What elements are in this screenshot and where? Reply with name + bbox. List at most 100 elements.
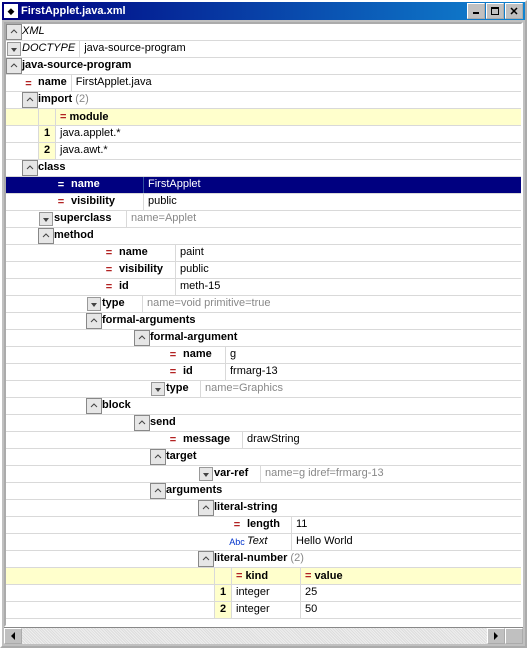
expand-icon[interactable]: [22, 160, 38, 176]
expand-icon[interactable]: [22, 92, 38, 108]
litnum-value: 50: [300, 602, 521, 618]
collapsed-icon[interactable]: [87, 297, 101, 311]
expand-icon[interactable]: [38, 228, 54, 244]
litstr-text-row[interactable]: Abc Text Hello World: [6, 534, 521, 551]
farg-id-row[interactable]: = id frmarg-13: [6, 364, 521, 381]
target-label: target: [166, 449, 201, 465]
arguments-row[interactable]: arguments: [6, 483, 521, 500]
horizontal-scrollbar[interactable]: [4, 627, 523, 644]
expand-icon[interactable]: [150, 483, 166, 499]
expand-icon[interactable]: [86, 313, 102, 329]
method-visibility-row[interactable]: = visibility public: [6, 262, 521, 279]
formal-arguments-row[interactable]: formal-arguments: [6, 313, 521, 330]
window: ◆ FirstApplet.java.xml XML DOCTYPE: [0, 0, 527, 648]
collapsed-icon[interactable]: [199, 467, 213, 481]
attribute-icon: =: [230, 519, 244, 531]
method-name-value: paint: [175, 245, 521, 261]
scroll-right-button[interactable]: [487, 628, 505, 644]
length-label: length: [247, 517, 291, 533]
expand-icon[interactable]: [198, 551, 214, 567]
row-index: 1: [38, 126, 55, 142]
row-index: 2: [38, 143, 55, 159]
import-header-row: =module: [6, 109, 521, 126]
method-label: method: [54, 228, 98, 244]
litnum-kind: integer: [231, 602, 300, 618]
formal-argument-row[interactable]: formal-argument: [6, 330, 521, 347]
visibility-label: visibility: [71, 194, 143, 210]
attribute-icon: =: [166, 434, 180, 446]
method-type-row[interactable]: type name=void primitive=true: [6, 296, 521, 313]
attribute-icon: =: [236, 570, 242, 582]
titlebar[interactable]: ◆ FirstApplet.java.xml: [2, 2, 525, 20]
method-name-row[interactable]: = name paint: [6, 245, 521, 262]
tree-view[interactable]: XML DOCTYPE java-source-program java-sou…: [4, 22, 523, 627]
import-item-row[interactable]: 1 java.applet.*: [6, 126, 521, 143]
farg-type-row[interactable]: type name=Graphics: [6, 381, 521, 398]
name-attr-row[interactable]: = name FirstApplet.java: [6, 75, 521, 92]
text-label: Text: [247, 534, 291, 550]
message-value: drawString: [242, 432, 521, 448]
method-id-value: meth-15: [175, 279, 521, 295]
class-visibility-row[interactable]: = visibility public: [6, 194, 521, 211]
attribute-icon: =: [305, 570, 311, 582]
class-name-value: FirstApplet: [143, 177, 521, 193]
farg-name-row[interactable]: = name g: [6, 347, 521, 364]
block-row[interactable]: block: [6, 398, 521, 415]
root-element-row[interactable]: java-source-program: [6, 58, 521, 75]
name-value: FirstApplet.java: [71, 75, 521, 91]
import-item-row[interactable]: 2 java.awt.*: [6, 143, 521, 160]
expand-icon[interactable]: [150, 449, 166, 465]
farg-type-label: type: [166, 381, 200, 397]
arguments-label: arguments: [166, 483, 226, 499]
expand-icon[interactable]: [134, 330, 150, 346]
literal-number-row[interactable]: literal-number (2): [6, 551, 521, 568]
index-header: [214, 568, 231, 584]
litnum-item-row[interactable]: 2 integer 50: [6, 602, 521, 619]
method-id-row[interactable]: = id meth-15: [6, 279, 521, 296]
collapsed-icon[interactable]: [39, 212, 53, 226]
litnum-value: 25: [300, 585, 521, 601]
visibility-value: public: [143, 194, 521, 210]
expand-icon[interactable]: [6, 24, 22, 40]
attribute-icon: =: [102, 264, 116, 276]
method-type-label: type: [102, 296, 142, 312]
length-value: 11: [291, 517, 521, 533]
collapsed-icon[interactable]: [7, 42, 21, 56]
doctype-value: java-source-program: [79, 41, 521, 57]
expand-icon[interactable]: [134, 415, 150, 431]
close-button[interactable]: [505, 3, 523, 19]
expand-icon[interactable]: [198, 500, 214, 516]
message-row[interactable]: = message drawString: [6, 432, 521, 449]
class-name-row[interactable]: = name FirstApplet: [6, 177, 521, 194]
literal-string-label: literal-string: [214, 500, 282, 516]
send-row[interactable]: send: [6, 415, 521, 432]
class-name-label: name: [71, 177, 143, 193]
scroll-track[interactable]: [22, 628, 487, 644]
literal-string-row[interactable]: literal-string: [6, 500, 521, 517]
scroll-left-button[interactable]: [4, 628, 22, 644]
litnum-item-row[interactable]: 1 integer 25: [6, 585, 521, 602]
superclass-label: superclass: [54, 211, 126, 227]
minimize-button[interactable]: [467, 3, 485, 19]
client-area: XML DOCTYPE java-source-program java-sou…: [2, 20, 525, 646]
litstr-length-row[interactable]: = length 11: [6, 517, 521, 534]
farg-name-label: name: [183, 347, 225, 363]
row-index: 1: [214, 585, 231, 601]
doctype-row[interactable]: DOCTYPE java-source-program: [6, 41, 521, 58]
xml-declaration-row[interactable]: XML: [6, 24, 521, 41]
resize-grip[interactable]: [505, 628, 523, 644]
import-row[interactable]: import (2): [6, 92, 521, 109]
maximize-button[interactable]: [486, 3, 504, 19]
target-row[interactable]: target: [6, 449, 521, 466]
superclass-row[interactable]: superclass name=Applet: [6, 211, 521, 228]
method-vis-value: public: [175, 262, 521, 278]
varref-row[interactable]: var-ref name=g idref=frmarg-13: [6, 466, 521, 483]
kind-column: kind: [245, 570, 268, 582]
method-row[interactable]: method: [6, 228, 521, 245]
expand-icon[interactable]: [86, 398, 102, 414]
expand-icon[interactable]: [6, 58, 22, 74]
class-row[interactable]: class: [6, 160, 521, 177]
attribute-icon: =: [166, 349, 180, 361]
collapsed-icon[interactable]: [151, 382, 165, 396]
index-header: [38, 109, 55, 125]
